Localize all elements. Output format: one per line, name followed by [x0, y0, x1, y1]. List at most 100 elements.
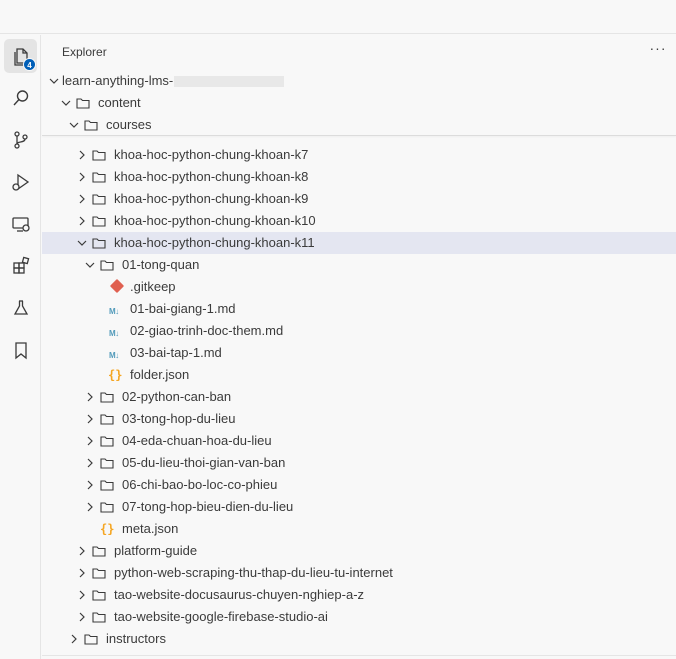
tree-folder-k8[interactable]: khoa-hoc-python-chung-khoan-k8 — [42, 166, 676, 188]
folder-label: khoa-hoc-python-chung-khoan-k10 — [114, 213, 316, 228]
explorer-title: Explorer — [62, 45, 107, 59]
folder-icon — [100, 392, 114, 403]
tree-folder[interactable]: 03-tong-hop-du-lieu — [42, 408, 676, 430]
chevron-down-icon — [85, 262, 95, 268]
tree-file-json[interactable]: {} folder.json — [42, 364, 676, 386]
tree-folder-k9[interactable]: khoa-hoc-python-chung-khoan-k9 — [42, 188, 676, 210]
chevron-down-icon — [77, 240, 87, 246]
json-icon: {} — [100, 522, 115, 536]
chevron-right-icon — [87, 392, 93, 402]
tree-file-md[interactable]: M↓ 01-bai-giang-1.md — [42, 298, 676, 320]
file-label: 02-giao-trinh-doc-them.md — [130, 323, 284, 338]
folder-label: 05-du-lieu-thoi-gian-van-ban — [122, 455, 286, 470]
folder-label: 06-chi-bao-bo-loc-co-phieu — [122, 477, 278, 492]
remote-explorer-icon — [11, 217, 30, 232]
tree-folder[interactable]: tao-website-google-firebase-studio-ai — [42, 606, 676, 628]
folder-icon — [92, 612, 106, 623]
chevron-down-icon — [69, 122, 79, 128]
folder-label: 02-python-can-ban — [122, 389, 232, 404]
tree-folder-content[interactable]: content — [42, 92, 676, 114]
folder-label: khoa-hoc-python-chung-khoan-k9 — [114, 191, 309, 206]
source-control-icon — [13, 131, 28, 149]
search-button[interactable] — [4, 81, 37, 115]
tree-file-md[interactable]: M↓ 02-giao-trinh-doc-them.md — [42, 320, 676, 342]
folder-label: 04-eda-chuan-hoa-du-lieu — [122, 433, 272, 448]
tree-folder-clipped[interactable]: khoa-hoc-obsidian-co-ban-cap-do-1 — [42, 136, 676, 139]
chevron-right-icon — [79, 194, 85, 204]
tree-folder-01-tong-quan[interactable]: 01-tong-quan — [42, 254, 676, 276]
tree-folder-courses[interactable]: courses — [42, 114, 676, 136]
remote-explorer-button[interactable] — [4, 207, 37, 241]
explorer-header: Explorer ··· — [42, 35, 676, 70]
run-debug-icon — [11, 173, 29, 191]
tree-file-md[interactable]: M↓ 03-bai-tap-1.md — [42, 342, 676, 364]
tree-folder[interactable]: 02-python-can-ban — [42, 386, 676, 408]
folder-label: 03-tong-hop-du-lieu — [122, 411, 236, 426]
folder-icon — [84, 634, 98, 645]
chevron-right-icon — [79, 150, 85, 160]
tree-file-gitkeep[interactable]: .gitkeep — [42, 276, 676, 298]
chevron-right-icon — [87, 458, 93, 468]
tree-folder[interactable]: 05-du-lieu-thoi-gian-van-ban — [42, 452, 676, 474]
folder-label: instructors — [106, 631, 166, 646]
explorer-sidebar: Explorer ··· learn-anything-lms- content… — [42, 35, 676, 659]
tree-folder[interactable]: platform-guide — [42, 540, 676, 562]
json-icon: {} — [108, 368, 123, 382]
chevron-right-icon — [79, 568, 85, 578]
folder-icon — [100, 502, 114, 513]
folder-label: python-web-scraping-thu-thap-du-lieu-tu-… — [114, 565, 393, 580]
folder-icon — [100, 458, 114, 469]
chevron-right-icon — [79, 546, 85, 556]
source-control-button[interactable] — [4, 123, 37, 157]
extensions-button[interactable] — [4, 249, 37, 283]
chevron-right-icon — [87, 436, 93, 446]
chevron-right-icon — [87, 480, 93, 490]
folder-icon — [100, 414, 114, 425]
folder-icon — [100, 436, 114, 447]
bookmarks-button[interactable] — [4, 333, 37, 367]
folder-icon — [92, 238, 106, 249]
folder-icon — [92, 546, 106, 557]
file-label: meta.json — [122, 521, 179, 536]
folder-icon — [92, 590, 106, 601]
file-tree[interactable]: khoa-hoc-obsidian-co-ban-cap-do-1 khoa-h… — [42, 136, 676, 649]
tree-folder[interactable]: 04-eda-chuan-hoa-du-lieu — [42, 430, 676, 452]
run-debug-button[interactable] — [4, 165, 37, 199]
file-label: 01-bai-giang-1.md — [130, 301, 236, 316]
extensions-icon — [12, 256, 29, 274]
redacted-text — [174, 76, 284, 87]
file-label: 03-bai-tap-1.md — [130, 345, 222, 360]
tree-file-json[interactable]: {} meta.json — [42, 518, 676, 540]
tree-folder[interactable]: tao-website-docusaurus-chuyen-nghiep-a-z — [42, 584, 676, 606]
tree-folder-k7[interactable]: khoa-hoc-python-chung-khoan-k7 — [42, 144, 676, 166]
folder-icon — [92, 568, 106, 579]
folder-icon — [92, 150, 106, 161]
file-label: .gitkeep — [130, 279, 176, 294]
chevron-right-icon — [79, 612, 85, 622]
tree-root-folder[interactable]: learn-anything-lms- — [42, 70, 676, 92]
tree-folder-k11[interactable]: khoa-hoc-python-chung-khoan-k11 — [42, 232, 676, 254]
explorer-button[interactable]: 4 — [4, 39, 37, 73]
chevron-down-icon — [61, 100, 71, 106]
more-actions-button[interactable]: ··· — [648, 40, 668, 62]
tree-folder-k10[interactable]: khoa-hoc-python-chung-khoan-k10 — [42, 210, 676, 232]
chevron-right-icon — [79, 590, 85, 600]
title-bar — [0, 0, 676, 34]
folder-label: khoa-hoc-python-chung-khoan-k11 — [114, 235, 315, 250]
testing-button[interactable] — [4, 291, 37, 325]
tree-folder[interactable]: 06-chi-bao-bo-loc-co-phieu — [42, 474, 676, 496]
chevron-right-icon — [87, 502, 93, 512]
chevron-right-icon — [71, 634, 77, 644]
folder-label: khoa-hoc-python-chung-khoan-k7 — [114, 147, 309, 162]
tree-folder[interactable]: 07-tong-hop-bieu-dien-du-lieu — [42, 496, 676, 518]
folder-label: 01-tong-quan — [122, 257, 200, 272]
activity-bar: 4 — [0, 35, 41, 659]
chevron-down-icon — [49, 78, 59, 84]
tree-folder[interactable]: instructors — [42, 628, 676, 649]
panel-divider — [42, 655, 676, 656]
chevron-right-icon — [79, 216, 85, 226]
folder-icon — [76, 98, 90, 109]
folder-label: khoa-hoc-python-chung-khoan-k8 — [114, 169, 309, 184]
folder-label: courses — [106, 117, 152, 132]
tree-folder[interactable]: python-web-scraping-thu-thap-du-lieu-tu-… — [42, 562, 676, 584]
